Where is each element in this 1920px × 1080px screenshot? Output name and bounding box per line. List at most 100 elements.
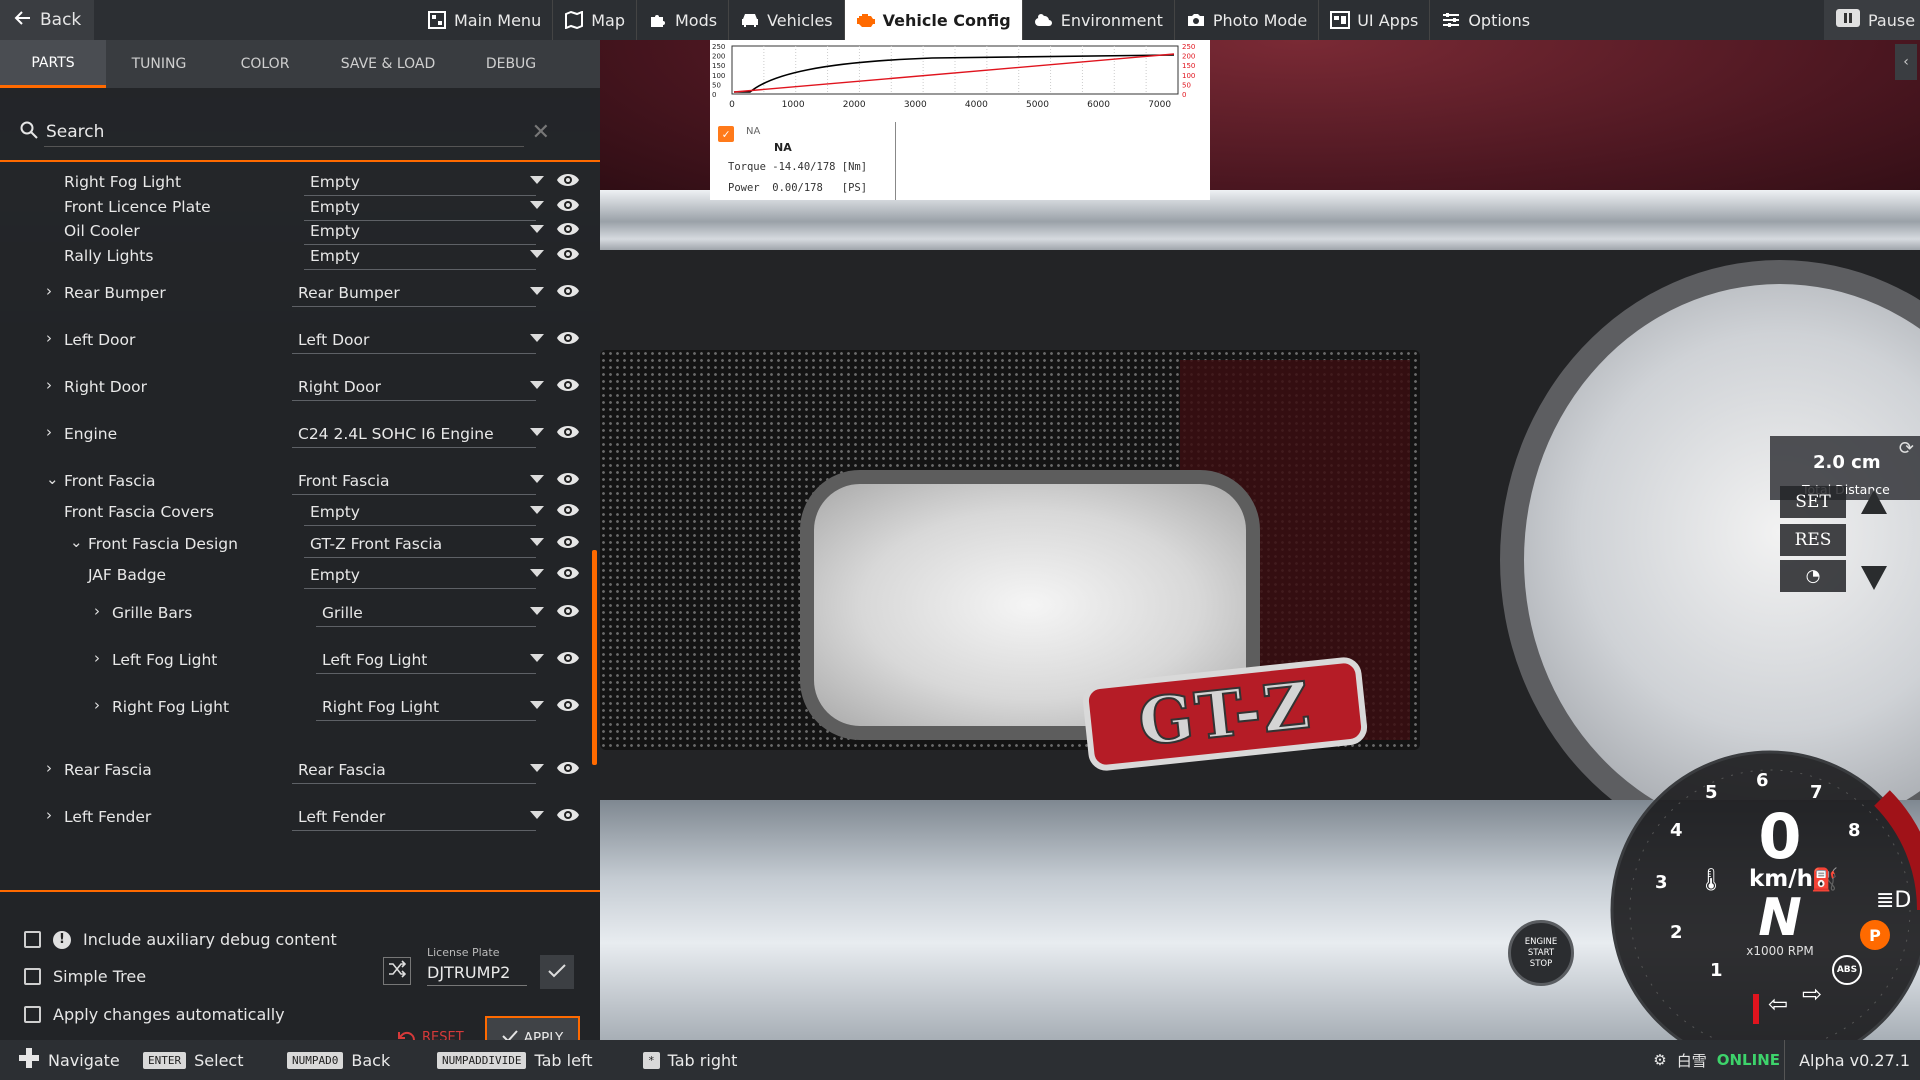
part-select-value[interactable]: Right Door	[298, 378, 381, 396]
eye-icon[interactable]	[556, 806, 580, 824]
chevron-down-icon[interactable]: ⌄	[46, 470, 59, 488]
part-select-value[interactable]: Left Door	[298, 331, 369, 349]
close-icon[interactable]: ✕	[532, 120, 550, 145]
chevron-right-icon[interactable]: ›	[46, 376, 52, 394]
back-button[interactable]: Back	[0, 0, 94, 40]
eye-icon[interactable]	[556, 245, 580, 263]
part-row[interactable]: ⌄ Front Fascia Design GT-Z Front Fascia	[0, 529, 590, 561]
collapse-panel-button[interactable]: ‹	[1895, 44, 1917, 80]
part-select-value[interactable]: Rear Bumper	[298, 284, 400, 302]
dropdown-arrow-icon[interactable]	[530, 607, 544, 615]
chevron-right-icon[interactable]: ›	[46, 759, 52, 777]
cruise-up-arrow-icon[interactable]	[1861, 490, 1887, 514]
part-select-value[interactable]: Empty	[310, 247, 360, 265]
nav-vehicles[interactable]: Vehicles	[729, 0, 845, 40]
aux-debug-checkbox[interactable]	[24, 931, 41, 948]
dropdown-arrow-icon[interactable]	[530, 764, 544, 772]
eye-icon[interactable]	[556, 533, 580, 551]
part-select-value[interactable]: Rear Fascia	[298, 761, 386, 779]
nav-ui-apps[interactable]: UI Apps	[1319, 0, 1431, 40]
eye-icon[interactable]	[556, 423, 580, 441]
reset-distance-icon[interactable]: ⟳	[1899, 438, 1914, 459]
dropdown-arrow-icon[interactable]	[530, 475, 544, 483]
eye-icon[interactable]	[556, 696, 580, 714]
tab-save-load[interactable]: SAVE & LOAD	[318, 40, 458, 88]
eye-icon[interactable]	[556, 759, 580, 777]
dropdown-arrow-icon[interactable]	[530, 381, 544, 389]
confirm-plate-button[interactable]	[540, 955, 574, 989]
chevron-right-icon[interactable]: ›	[46, 423, 52, 441]
chevron-right-icon[interactable]: ›	[46, 282, 52, 300]
part-select-value[interactable]: Grille	[322, 604, 363, 622]
part-row[interactable]: Front Fascia Covers Empty	[0, 497, 590, 529]
part-row[interactable]: Rally Lights Empty	[0, 241, 590, 273]
tab-tuning[interactable]: TUNING	[106, 40, 212, 88]
part-select-value[interactable]: C24 2.4L SOHC I6 Engine	[298, 425, 494, 443]
nav-options[interactable]: Options	[1430, 0, 1541, 40]
part-select-value[interactable]: Left Fog Light	[322, 651, 427, 669]
cruise-res-button[interactable]: RES	[1780, 524, 1846, 556]
part-row[interactable]: › Right Door Right Door	[0, 372, 590, 404]
eye-icon[interactable]	[556, 649, 580, 667]
part-select-value[interactable]: Empty	[310, 566, 360, 584]
part-select-value[interactable]: GT-Z Front Fascia	[310, 535, 442, 553]
part-row[interactable]: › Rear Bumper Rear Bumper	[0, 278, 590, 310]
part-select-value[interactable]: Right Fog Light	[322, 698, 439, 716]
chevron-right-icon[interactable]: ›	[46, 806, 52, 824]
chevron-right-icon[interactable]: ›	[94, 696, 100, 714]
chevron-right-icon[interactable]: ›	[46, 329, 52, 347]
eye-icon[interactable]	[556, 220, 580, 238]
dropdown-arrow-icon[interactable]	[530, 538, 544, 546]
eye-icon[interactable]	[556, 329, 580, 347]
part-row[interactable]: › Left Fog Light Left Fog Light	[0, 645, 590, 677]
part-select-value[interactable]: Empty	[310, 503, 360, 521]
part-select-value[interactable]: Empty	[310, 173, 360, 191]
aux-debug-option[interactable]: ! Include auxiliary debug content	[24, 930, 337, 949]
dropdown-arrow-icon[interactable]	[530, 250, 544, 258]
license-plate-input[interactable]	[427, 960, 527, 986]
nav-main-menu[interactable]: Main Menu	[416, 0, 554, 40]
random-plate-button[interactable]	[383, 957, 411, 985]
part-row[interactable]: › Right Fog Light Right Fog Light	[0, 692, 590, 724]
engine-start-stop-button[interactable]: ENGINE START STOP	[1508, 920, 1574, 986]
simple-tree-option[interactable]: Simple Tree	[24, 967, 146, 986]
eye-icon[interactable]	[556, 470, 580, 488]
part-select-value[interactable]: Empty	[310, 198, 360, 216]
dropdown-arrow-icon[interactable]	[530, 569, 544, 577]
part-row[interactable]: JAF Badge Empty	[0, 560, 590, 592]
part-row[interactable]: › Left Door Left Door	[0, 325, 590, 357]
chevron-right-icon[interactable]: ›	[94, 602, 100, 620]
part-row[interactable]: ⌄ Front Fascia Front Fascia	[0, 466, 590, 498]
dropdown-arrow-icon[interactable]	[530, 334, 544, 342]
dropdown-arrow-icon[interactable]	[530, 225, 544, 233]
pause-button[interactable]: Pause	[1824, 0, 1920, 40]
chevron-down-icon[interactable]: ⌄	[70, 533, 83, 551]
cruise-down-arrow-icon[interactable]	[1861, 566, 1887, 590]
nav-environment[interactable]: Environment	[1023, 0, 1175, 40]
auto-apply-option[interactable]: Apply changes automatically	[24, 1005, 285, 1024]
part-row[interactable]: › Rear Fascia Rear Fascia	[0, 755, 590, 787]
dropdown-arrow-icon[interactable]	[530, 287, 544, 295]
dropdown-arrow-icon[interactable]	[530, 176, 544, 184]
online-status[interactable]: ⚙ 白雪 ONLINE	[1653, 1040, 1780, 1080]
part-row[interactable]: › Engine C24 2.4L SOHC I6 Engine	[0, 419, 590, 451]
nav-vehicle-config[interactable]: Vehicle Config	[844, 0, 1023, 40]
cruise-set-button[interactable]: SET	[1780, 486, 1846, 518]
eye-icon[interactable]	[556, 376, 580, 394]
eye-icon[interactable]	[556, 196, 580, 214]
dropdown-arrow-icon[interactable]	[530, 506, 544, 514]
dropdown-arrow-icon[interactable]	[530, 201, 544, 209]
search-input[interactable]	[44, 117, 524, 147]
part-select-value[interactable]: Left Fender	[298, 808, 385, 826]
parts-scrollbar[interactable]	[592, 550, 597, 765]
nav-map[interactable]: Map	[553, 0, 637, 40]
eye-icon[interactable]	[556, 501, 580, 519]
chevron-right-icon[interactable]: ›	[94, 649, 100, 667]
part-select-value[interactable]: Front Fascia	[298, 472, 390, 490]
nav-mods[interactable]: Mods	[637, 0, 730, 40]
part-select-value[interactable]: Empty	[310, 222, 360, 240]
part-row[interactable]: › Grille Bars Grille	[0, 598, 590, 630]
tab-debug[interactable]: DEBUG	[458, 40, 564, 88]
eye-icon[interactable]	[556, 602, 580, 620]
dropdown-arrow-icon[interactable]	[530, 811, 544, 819]
